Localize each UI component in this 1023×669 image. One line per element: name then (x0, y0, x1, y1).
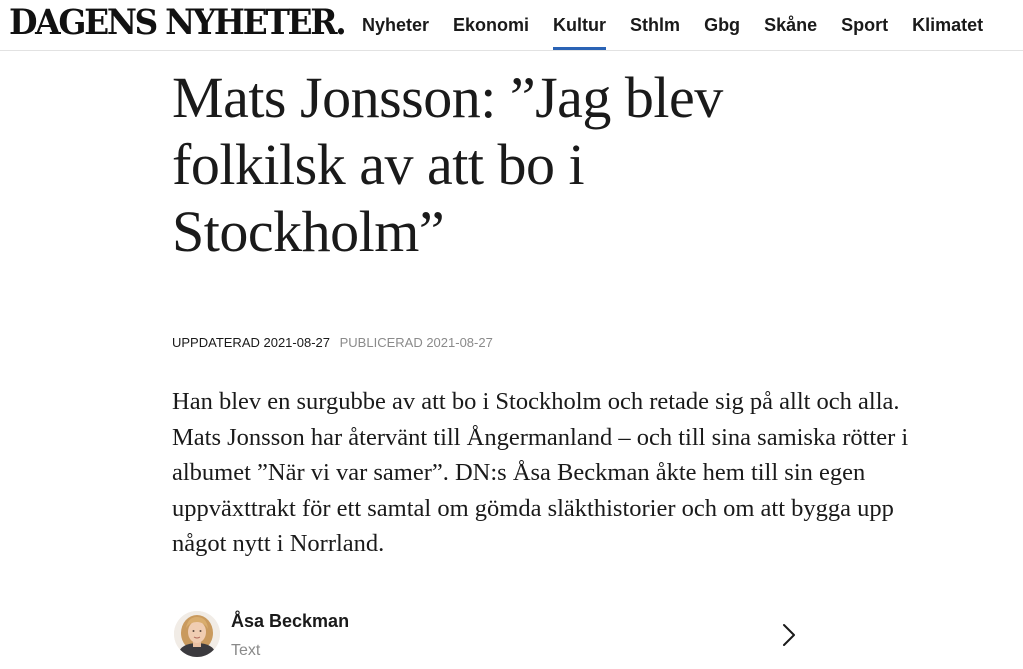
article-headline: Mats Jonsson: ”Jag blev folkilsk av att … (172, 65, 723, 264)
chevron-right-icon[interactable] (776, 620, 802, 650)
article-lede: Han blev en surgubbe av att bo i Stockho… (172, 388, 909, 557)
top-navigation-bar: DAGENS NYHETER. Nyheter Ekonomi Kultur S… (0, 0, 1023, 51)
nav-item-nyheter[interactable]: Nyheter (362, 0, 429, 50)
nav-item-gbg[interactable]: Gbg (704, 0, 740, 50)
updated-date: UPPDATERAD 2021-08-27 (172, 335, 330, 350)
nav-item-kultur[interactable]: Kultur (553, 0, 607, 50)
site-logo[interactable]: DAGENS NYHETER. (9, 3, 347, 43)
nav-item-ekonomi[interactable]: Ekonomi (453, 0, 529, 50)
nav-item-sport[interactable]: Sport (841, 0, 888, 50)
article-dates: UPPDATERAD 2021-08-27 PUBLICERAD 2021-08… (172, 335, 493, 351)
nav-item-klimatet[interactable]: Klimatet (912, 0, 983, 50)
section-nav: Nyheter Ekonomi Kultur Sthlm Gbg Skåne S… (350, 0, 995, 50)
nav-item-sthlm[interactable]: Sthlm (630, 0, 680, 50)
author-avatar (174, 611, 220, 657)
author-byline[interactable]: Åsa Beckman Text (172, 608, 802, 664)
author-role: Text (231, 642, 261, 659)
author-portrait (174, 611, 220, 657)
nav-item-skane[interactable]: Skåne (764, 0, 817, 50)
author-name[interactable]: Åsa Beckman (231, 611, 349, 632)
published-date: PUBLICERAD 2021-08-27 (339, 335, 493, 350)
